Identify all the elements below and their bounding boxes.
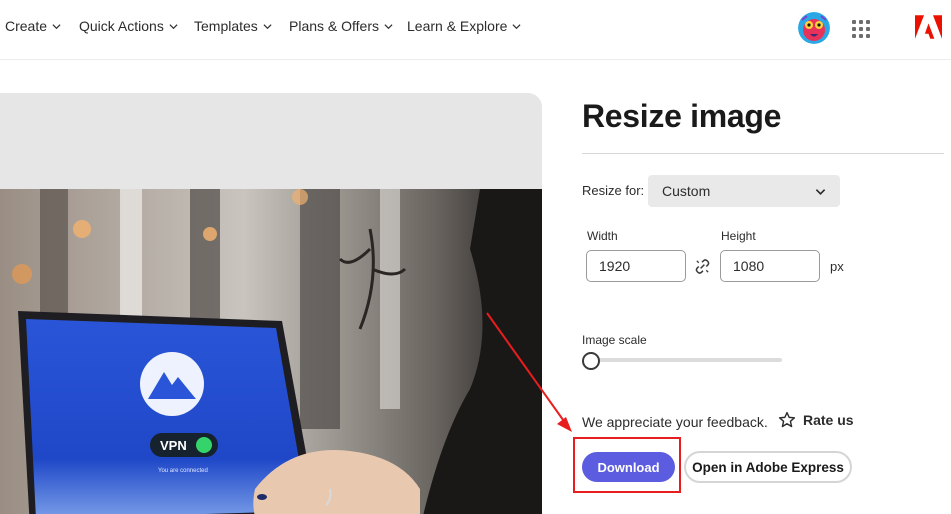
- rate-us-label: Rate us: [803, 412, 854, 428]
- star-icon: [778, 411, 796, 428]
- image-preview-panel: VPN You are connected: [0, 93, 542, 514]
- nav-plans-offers[interactable]: Plans & Offers: [289, 18, 393, 34]
- avatar-image: [798, 12, 830, 44]
- nav-templates-label: Templates: [194, 18, 258, 34]
- height-input[interactable]: [720, 250, 820, 282]
- adobe-logo-icon[interactable]: [915, 15, 942, 39]
- nav-quick-actions-label: Quick Actions: [79, 18, 164, 34]
- image-scale-label: Image scale: [582, 333, 647, 347]
- page-title: Resize image: [582, 98, 782, 134]
- rate-us-button[interactable]: Rate us: [778, 411, 854, 429]
- download-button[interactable]: Download: [582, 452, 675, 482]
- user-avatar[interactable]: [798, 12, 830, 44]
- nav-learn-explore-label: Learn & Explore: [407, 18, 508, 34]
- nav-plans-offers-label: Plans & Offers: [289, 18, 380, 34]
- width-label: Width: [587, 229, 618, 243]
- height-label: Height: [721, 229, 756, 243]
- nav-quick-actions[interactable]: Quick Actions: [79, 18, 178, 34]
- chevron-down-icon: [512, 23, 521, 29]
- unit-label: px: [830, 259, 844, 274]
- width-input[interactable]: [586, 250, 686, 282]
- preview-image: VPN You are connected: [0, 189, 542, 514]
- chevron-down-icon: [815, 189, 826, 195]
- image-scale-slider-track[interactable]: [590, 358, 782, 362]
- title-divider: [582, 153, 944, 154]
- resize-for-label: Resize for:: [582, 183, 645, 198]
- top-navigation: Create Quick Actions Templates Plans & O…: [0, 0, 951, 60]
- chevron-down-icon: [52, 23, 61, 29]
- open-in-adobe-express-button[interactable]: Open in Adobe Express: [684, 451, 852, 483]
- image-scale-slider-handle[interactable]: [582, 352, 600, 370]
- resize-for-value: Custom: [662, 183, 711, 199]
- nav-create[interactable]: Create: [5, 18, 61, 34]
- feedback-text: We appreciate your feedback.: [582, 414, 768, 430]
- chevron-down-icon: [263, 23, 272, 29]
- nav-learn-explore[interactable]: Learn & Explore: [407, 18, 521, 34]
- nav-templates[interactable]: Templates: [194, 18, 272, 34]
- chevron-down-icon: [384, 23, 393, 29]
- apps-grid-icon[interactable]: [852, 20, 870, 38]
- chevron-down-icon: [169, 23, 178, 29]
- link-aspect-ratio-icon[interactable]: [694, 258, 711, 275]
- nav-create-label: Create: [5, 18, 48, 34]
- vpn-status-text: You are connected: [158, 468, 208, 474]
- vpn-badge-text: VPN: [160, 438, 187, 453]
- resize-for-dropdown[interactable]: Custom: [648, 175, 840, 207]
